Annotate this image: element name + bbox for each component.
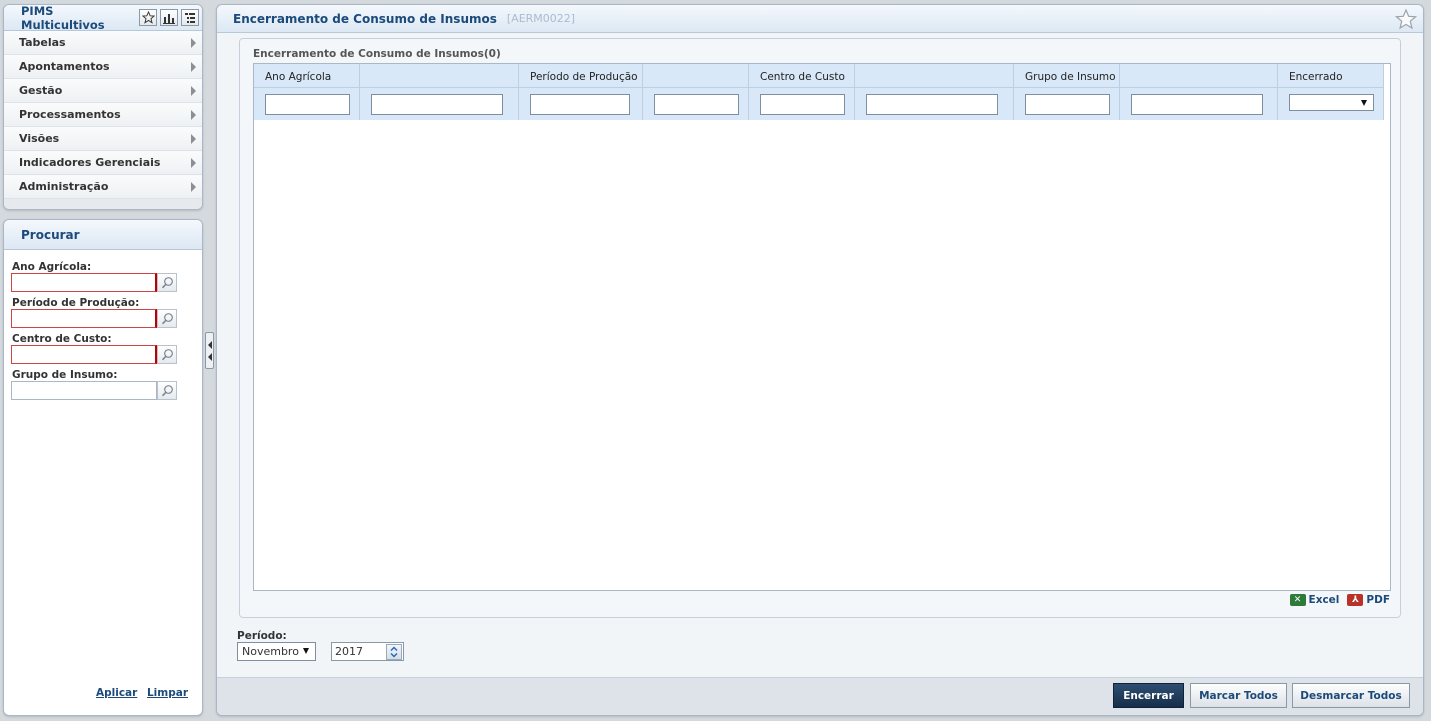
favorite-star-icon[interactable] bbox=[1394, 8, 1418, 33]
search-icon[interactable] bbox=[157, 381, 177, 400]
column-grupo-insumo-desc[interactable] bbox=[1120, 64, 1278, 120]
page-title: Encerramento de Consumo de Insumos bbox=[233, 11, 497, 26]
column-grupo-insumo[interactable]: Grupo de Insumo bbox=[1014, 64, 1120, 120]
filter-encerrado-select[interactable] bbox=[1289, 94, 1374, 111]
column-centro-custo[interactable]: Centro de Custo bbox=[749, 64, 855, 120]
dropdown-arrow-icon bbox=[303, 648, 309, 654]
export-excel-button[interactable]: ✕ Excel bbox=[1289, 594, 1340, 606]
tree-list-icon[interactable] bbox=[181, 9, 199, 26]
chevron-left-icon bbox=[208, 341, 212, 349]
apply-link[interactable]: Aplicar bbox=[96, 687, 137, 699]
menu-item-gestao[interactable]: Gestão bbox=[4, 79, 202, 103]
navigation-header: PIMS Multicultivos bbox=[4, 4, 202, 32]
chevron-right-icon bbox=[191, 110, 196, 120]
export-excel-label: Excel bbox=[1308, 594, 1340, 606]
menu-footer bbox=[4, 199, 202, 209]
column-encerrado[interactable]: Encerrado bbox=[1278, 64, 1384, 120]
column-header-label: Grupo de Insumo bbox=[1025, 71, 1116, 83]
collapse-sidebar-handle[interactable] bbox=[205, 332, 214, 369]
column-centro-custo-desc[interactable] bbox=[855, 64, 1014, 120]
export-actions: ✕ Excel ⅄ PDF bbox=[1289, 594, 1390, 606]
filter-ano-agricola-desc[interactable] bbox=[371, 94, 503, 115]
app-title: PIMS Multicultivos bbox=[21, 4, 105, 32]
encerrar-button[interactable]: Encerrar bbox=[1113, 683, 1184, 708]
year-stepper[interactable] bbox=[386, 644, 402, 660]
menu-item-label: Processamentos bbox=[19, 108, 121, 121]
menu-item-label: Apontamentos bbox=[19, 60, 110, 73]
chevron-right-icon bbox=[191, 62, 196, 72]
periodo-producao-label: Período de Produção: bbox=[12, 297, 140, 309]
menu-item-indicadores[interactable]: Indicadores Gerenciais bbox=[4, 151, 202, 175]
menu-item-administracao[interactable]: Administração bbox=[4, 175, 202, 199]
menu-item-label: Indicadores Gerenciais bbox=[19, 156, 161, 169]
search-icon[interactable] bbox=[157, 309, 177, 328]
main-panel: Encerramento de Consumo de Insumos [AERM… bbox=[216, 4, 1424, 716]
periodo-producao-input[interactable] bbox=[11, 309, 157, 328]
grupo-insumo-input[interactable] bbox=[11, 381, 157, 400]
filter-grupo-insumo-desc[interactable] bbox=[1131, 94, 1263, 115]
menu-item-label: Visões bbox=[19, 132, 60, 145]
chevron-left-icon bbox=[208, 353, 212, 361]
excel-icon: ✕ bbox=[1289, 594, 1306, 606]
year-input-value: 2017 bbox=[335, 645, 363, 658]
chevron-right-icon bbox=[191, 38, 196, 48]
chevron-right-icon bbox=[191, 158, 196, 168]
month-select[interactable]: Novembro bbox=[237, 642, 316, 661]
search-icon[interactable] bbox=[157, 345, 177, 364]
search-header: Procurar bbox=[4, 220, 202, 250]
export-pdf-button[interactable]: ⅄ PDF bbox=[1347, 594, 1390, 606]
grupo-insumo-label: Grupo de Insumo: bbox=[12, 369, 118, 381]
dropdown-arrow-icon bbox=[1361, 100, 1367, 106]
filter-periodo-producao-desc[interactable] bbox=[654, 94, 739, 115]
column-periodo-producao[interactable]: Período de Produção bbox=[519, 64, 643, 120]
action-bar: Encerrar Marcar Todos Desmarcar Todos bbox=[217, 677, 1423, 715]
menu-item-visoes[interactable]: Visões bbox=[4, 127, 202, 151]
column-header-label: Ano Agrícola bbox=[265, 71, 332, 83]
centro-custo-label: Centro de Custo: bbox=[12, 333, 112, 345]
favorites-icon[interactable] bbox=[139, 9, 157, 26]
main-header: Encerramento de Consumo de Insumos [AERM… bbox=[217, 5, 1423, 33]
menu-item-label: Tabelas bbox=[19, 36, 66, 49]
grid-container: Encerramento de Consumo de Insumos(0) An… bbox=[239, 38, 1401, 618]
column-header-label: Centro de Custo bbox=[760, 71, 845, 83]
column-ano-agricola[interactable]: Ano Agrícola bbox=[254, 64, 360, 120]
menu-item-processamentos[interactable]: Processamentos bbox=[4, 103, 202, 127]
ano-agricola-input[interactable] bbox=[11, 273, 157, 292]
chevron-right-icon bbox=[191, 134, 196, 144]
month-select-value: Novembro bbox=[242, 645, 299, 658]
centro-custo-input[interactable] bbox=[11, 345, 157, 364]
data-grid: Ano Agrícola Período de Produção Centro … bbox=[253, 63, 1391, 591]
desmarcar-todos-button[interactable]: Desmarcar Todos bbox=[1292, 683, 1410, 708]
menu-item-label: Administração bbox=[19, 180, 109, 193]
menu-item-tabelas[interactable]: Tabelas bbox=[4, 31, 202, 55]
search-actions: Aplicar Limpar bbox=[90, 687, 188, 699]
chevron-right-icon bbox=[191, 86, 196, 96]
export-pdf-label: PDF bbox=[1366, 594, 1390, 606]
ano-agricola-label: Ano Agrícola: bbox=[12, 261, 92, 273]
navigation-panel: PIMS Multicultivos Tabelas Apontamentos … bbox=[3, 4, 203, 210]
periodo-label: Período: bbox=[237, 630, 287, 642]
column-periodo-producao-desc[interactable] bbox=[643, 64, 749, 120]
grid-caption: Encerramento de Consumo de Insumos(0) bbox=[253, 48, 501, 60]
grid-header: Ano Agrícola Período de Produção Centro … bbox=[254, 64, 1384, 120]
page-code: [AERM0022] bbox=[506, 12, 576, 25]
column-header-label: Período de Produção bbox=[530, 71, 638, 83]
filter-periodo-producao[interactable] bbox=[530, 94, 630, 115]
filter-ano-agricola[interactable] bbox=[265, 94, 350, 115]
filter-grupo-insumo[interactable] bbox=[1025, 94, 1110, 115]
bar-chart-icon[interactable] bbox=[160, 9, 178, 26]
column-header-label: Encerrado bbox=[1289, 71, 1343, 83]
chevron-right-icon bbox=[191, 182, 196, 192]
filter-centro-custo[interactable] bbox=[760, 94, 845, 115]
menu-item-apontamentos[interactable]: Apontamentos bbox=[4, 55, 202, 79]
menu-item-label: Gestão bbox=[19, 84, 63, 97]
search-panel: Procurar Ano Agrícola: Período de Produç… bbox=[3, 219, 203, 716]
clear-link[interactable]: Limpar bbox=[147, 687, 188, 699]
search-title: Procurar bbox=[21, 227, 80, 242]
marcar-todos-button[interactable]: Marcar Todos bbox=[1190, 683, 1287, 708]
filter-centro-custo-desc[interactable] bbox=[866, 94, 998, 115]
column-ano-agricola-desc[interactable] bbox=[360, 64, 519, 120]
pdf-icon: ⅄ bbox=[1347, 594, 1364, 606]
search-icon[interactable] bbox=[157, 273, 177, 292]
